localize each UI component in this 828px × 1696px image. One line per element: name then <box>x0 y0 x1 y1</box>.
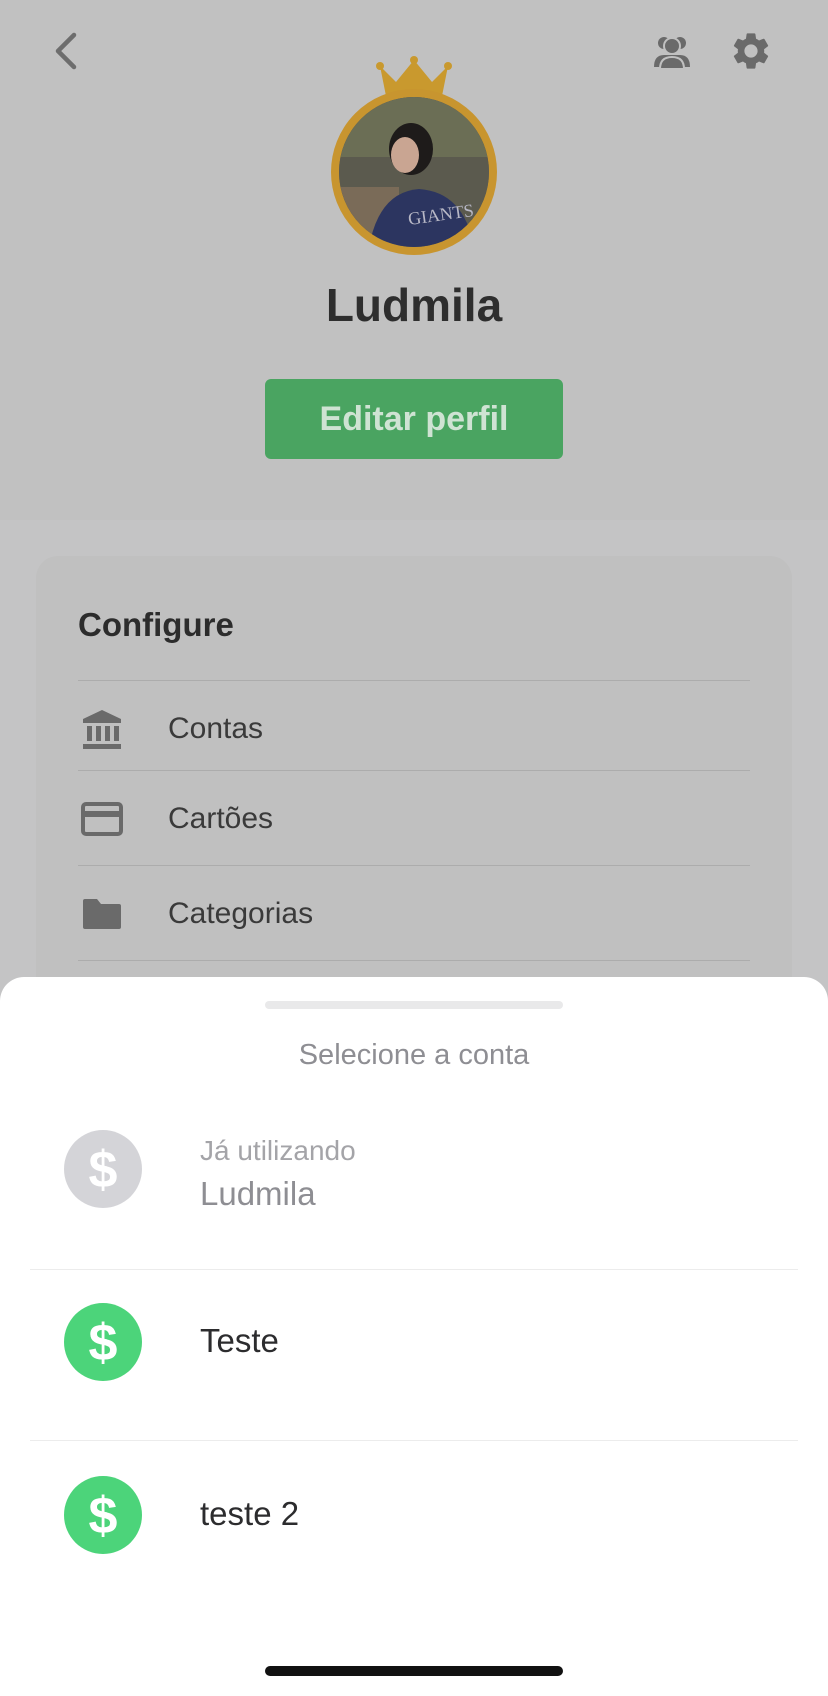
configure-card: Configure Contas Cartões Categorias <box>36 556 792 1016</box>
account-row-current[interactable]: $ Já utilizando Ludmila <box>30 1083 798 1255</box>
bank-icon <box>78 705 126 753</box>
chevron-left-icon <box>55 32 77 70</box>
dollar-icon: $ <box>64 1130 142 1208</box>
svg-text:$: $ <box>89 1316 118 1368</box>
svg-text:$: $ <box>89 1489 118 1541</box>
svg-text:$: $ <box>89 1143 118 1195</box>
menu-item-cartoes[interactable]: Cartões <box>78 771 750 867</box>
settings-button[interactable] <box>726 26 776 76</box>
edit-profile-button[interactable]: Editar perfil <box>265 379 563 459</box>
back-button[interactable] <box>40 26 90 76</box>
profile-photo: GIANTS <box>339 97 489 247</box>
group-users-icon <box>654 37 690 70</box>
divider <box>78 960 750 961</box>
account-name: Teste <box>200 1322 279 1359</box>
dollar-icon: $ <box>64 1476 142 1554</box>
gear-icon <box>733 33 769 69</box>
account-selector-sheet: Selecione a conta $ Já utilizando Ludmil… <box>0 977 828 1696</box>
account-name: Ludmila <box>200 1175 316 1212</box>
group-button[interactable] <box>647 26 697 76</box>
dollar-icon: $ <box>64 1303 142 1381</box>
menu-item-categorias[interactable]: Categorias <box>78 866 750 962</box>
account-status: Já utilizando <box>200 1135 356 1166</box>
folder-icon <box>78 890 126 938</box>
profile-name: Ludmila <box>325 279 503 331</box>
configure-title: Configure <box>78 606 234 643</box>
home-indicator[interactable] <box>265 1666 563 1676</box>
credit-card-icon <box>78 795 126 843</box>
account-row-teste-2[interactable]: $ teste 2 <box>30 1429 798 1601</box>
menu-item-label: Categorias <box>168 897 314 930</box>
menu-item-label: Cartões <box>168 802 274 835</box>
account-row-teste[interactable]: $ Teste <box>30 1256 798 1428</box>
menu-item-contas[interactable]: Contas <box>78 681 750 777</box>
profile-header: GIANTS Ludmila Editar perfil <box>0 0 828 520</box>
account-name: teste 2 <box>200 1495 300 1532</box>
sheet-title: Selecione a conta <box>298 1039 530 1071</box>
sheet-grab-handle[interactable] <box>265 1001 563 1009</box>
avatar[interactable]: GIANTS <box>331 89 497 255</box>
menu-item-label: Contas <box>168 712 264 745</box>
